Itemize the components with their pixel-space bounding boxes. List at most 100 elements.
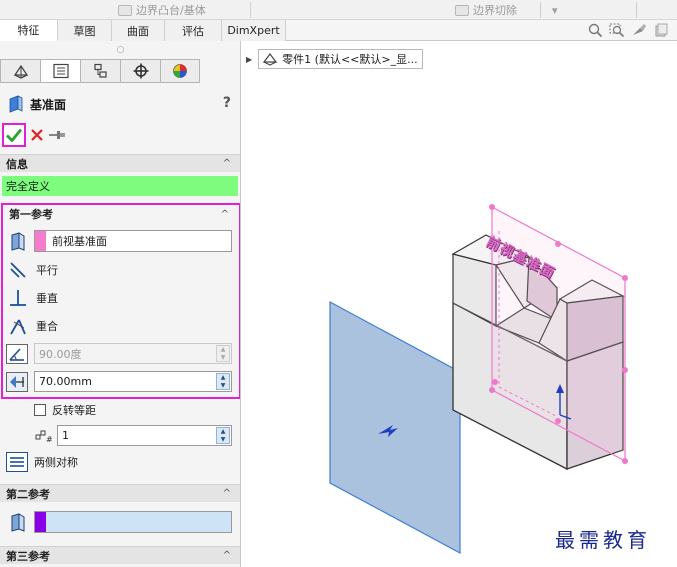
configuration-icon	[93, 63, 107, 78]
appearance-pie-icon	[173, 64, 187, 78]
third-reference-header[interactable]: 第三参考 ^	[0, 546, 240, 564]
property-manager-icon	[52, 63, 69, 79]
perpendicular-label: 垂直	[36, 292, 58, 305]
plane-handle	[555, 418, 561, 424]
collapse-icon: ^	[220, 208, 229, 220]
reference-plane-icon	[9, 95, 23, 113]
mid-plane-option[interactable]: 两侧对称	[6, 450, 78, 474]
offset-distance-option[interactable]	[6, 370, 28, 394]
perpendicular-option[interactable]: 垂直	[6, 286, 58, 310]
tab-surfaces[interactable]: 曲面	[112, 20, 165, 41]
section-title: 第三参考	[6, 549, 50, 563]
tab-label: 特征	[17, 24, 40, 37]
perpendicular-icon	[6, 286, 30, 310]
ribbon-separator	[540, 2, 541, 18]
model-canvas	[329, 204, 628, 555]
ribbon-dropdown-button[interactable]: ▾	[552, 2, 558, 18]
previous-view-icon[interactable]	[631, 23, 647, 38]
plane-handle	[622, 275, 628, 281]
boundary-cut-icon	[455, 4, 469, 16]
checkmark-icon	[6, 128, 22, 142]
first-reference-selection-row	[6, 229, 30, 253]
ok-button[interactable]	[2, 123, 26, 147]
mid-plane-label: 两侧对称	[34, 456, 78, 469]
offset-distance-spinner[interactable]: ▲ ▼	[216, 373, 230, 390]
status-message: 完全定义	[2, 176, 238, 196]
crosshair-target-icon	[133, 63, 148, 79]
parallel-label: 平行	[36, 264, 58, 277]
tab-dimxpert[interactable]: DimXpert	[222, 20, 286, 41]
plane-count-input[interactable]: 1 ▲ ▼	[57, 425, 232, 446]
angle-spinner[interactable]: ▲ ▼	[216, 345, 230, 362]
plane-handle	[622, 367, 628, 373]
coincident-option[interactable]: 重合	[6, 314, 58, 338]
tab-dimxpert-manager[interactable]	[120, 59, 160, 83]
pin-button[interactable]	[48, 126, 66, 144]
angle-value: 90.00度	[39, 347, 82, 361]
first-reference-field[interactable]: 前视基准面	[34, 230, 232, 252]
help-button[interactable]: ?	[223, 95, 231, 111]
zoom-area-icon[interactable]	[609, 23, 625, 38]
flip-offset-label: 反转等距	[52, 404, 96, 417]
plane-count-row: #	[34, 423, 54, 447]
plane-handle	[492, 379, 498, 385]
second-reference-header[interactable]: 第二参考 ^	[0, 484, 240, 502]
feature-manager-tabs	[0, 59, 200, 83]
tab-feature-tree[interactable]	[0, 59, 40, 83]
selection-color-swatch	[35, 231, 46, 251]
zoom-to-fit-icon[interactable]	[587, 23, 603, 38]
graphics-area[interactable]: ▶ 零件1 (默认<<默认>_显... 前视基准面 最需教育	[242, 41, 677, 567]
angle-option[interactable]	[6, 342, 28, 366]
coincident-icon	[6, 314, 30, 338]
ribbon-separator	[636, 2, 637, 18]
svg-text:#: #	[46, 435, 53, 444]
tab-label: 曲面	[127, 24, 149, 38]
feature-tree-icon	[13, 64, 28, 79]
tab-property-manager[interactable]	[40, 59, 80, 83]
ribbon-separator	[250, 2, 251, 18]
chevron-down-icon: ▾	[552, 3, 558, 17]
boundary-boss-icon	[118, 4, 132, 16]
number-of-planes-icon: #	[35, 430, 53, 444]
plane-count-spinner[interactable]: ▲ ▼	[216, 427, 230, 444]
tab-evaluate[interactable]: 评估	[165, 20, 222, 41]
tab-features[interactable]: 特征	[0, 20, 58, 41]
plane-handle	[489, 387, 495, 393]
face-selection-icon	[6, 229, 30, 253]
front-plane	[329, 300, 461, 555]
coincident-label: 重合	[36, 320, 58, 333]
face-selection-icon	[6, 510, 30, 534]
mid-plane-icon	[6, 452, 28, 472]
tab-label: 评估	[182, 24, 204, 38]
collapse-icon: ^	[222, 550, 231, 561]
tab-label: DimXpert	[227, 24, 280, 37]
flip-offset-checkbox-row[interactable]: 反转等距	[34, 398, 96, 422]
collapse-icon: ^	[222, 488, 231, 499]
boundary-boss-button[interactable]: 边界凸台/基体	[118, 2, 206, 18]
second-reference-field[interactable]	[34, 511, 232, 533]
property-manager-header: 基准面 ?	[0, 91, 240, 117]
offset-distance-icon	[6, 372, 28, 392]
offset-distance-value: 70.00mm	[39, 375, 92, 388]
confirm-actions	[0, 121, 240, 149]
section-title: 信息	[6, 157, 28, 171]
first-reference-header[interactable]: 第一参考 ^	[3, 205, 239, 223]
pushpin-icon	[49, 131, 65, 139]
angle-input[interactable]: 90.00度 ▲ ▼	[34, 343, 232, 364]
cancel-button[interactable]	[29, 126, 45, 144]
plane-handle	[622, 458, 628, 464]
selection-color-swatch	[35, 512, 46, 532]
offset-distance-input[interactable]: 70.00mm ▲ ▼	[34, 371, 232, 392]
tab-sketch[interactable]: 草图	[58, 20, 112, 41]
info-section-header[interactable]: 信息 ^	[0, 154, 240, 172]
collapse-icon: ^	[222, 158, 231, 169]
section-view-icon[interactable]	[653, 23, 669, 38]
tab-configuration-manager[interactable]	[80, 59, 120, 83]
boundary-cut-button[interactable]: 边界切除	[455, 2, 517, 18]
parallel-option[interactable]: 平行	[6, 258, 58, 282]
flip-offset-checkbox[interactable]	[34, 404, 46, 416]
ribbon-strip: 边界凸台/基体 边界切除 ▾	[0, 0, 677, 20]
tab-display-manager[interactable]	[160, 59, 200, 83]
panel-resize-grip[interactable]: ○	[0, 41, 240, 59]
status-text: 完全定义	[6, 180, 50, 193]
